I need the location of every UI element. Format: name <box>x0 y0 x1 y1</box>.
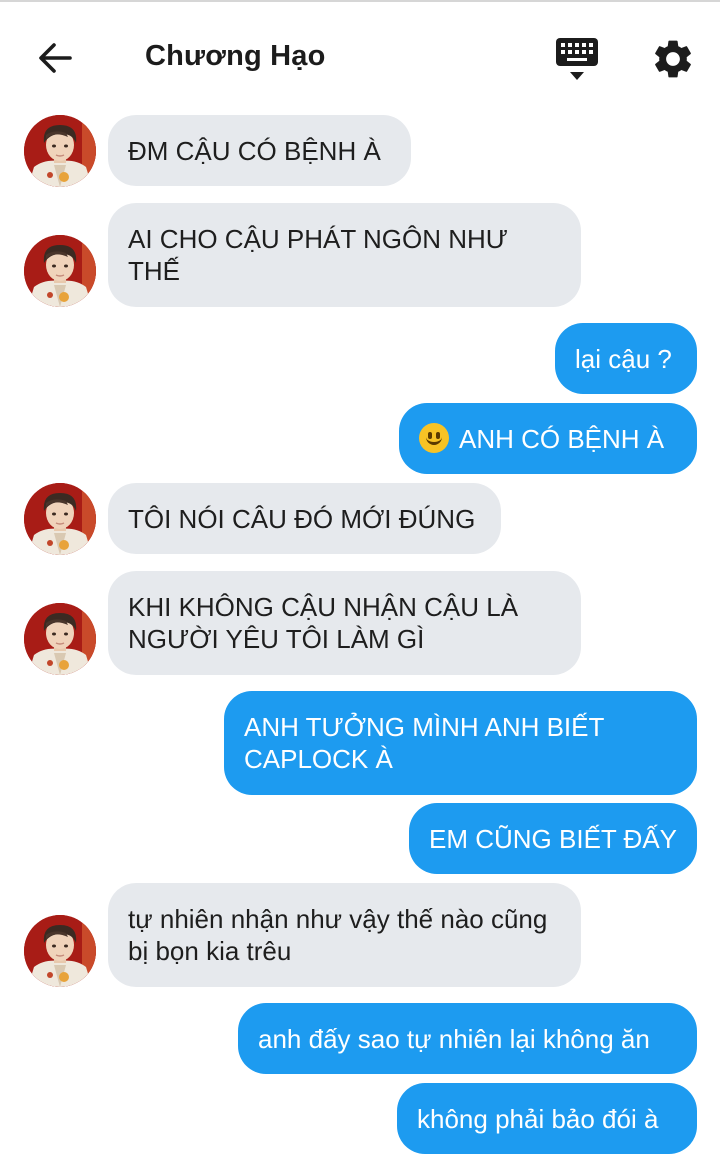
outgoing-message-bubble[interactable]: lại cậu ? <box>555 323 697 394</box>
message-text: tự nhiên nhận như vậy thế nào cũng bị bọ… <box>128 904 548 966</box>
contact-name: Chương Hạo <box>145 40 326 72</box>
message-text: AI CHO CẬU PHÁT NGÔN NHƯ THẾ <box>128 224 508 286</box>
incoming-message-bubble[interactable]: AI CHO CẬU PHÁT NGÔN NHƯ THẾ <box>108 203 581 307</box>
message-text: TÔI NÓI CÂU ĐÓ MỚI ĐÚNG <box>128 504 476 534</box>
message-text: ĐM CẬU CÓ BỆNH À <box>128 136 381 166</box>
contact-avatar[interactable] <box>24 483 96 555</box>
outgoing-message-bubble[interactable]: không phải bảo đói à <box>397 1083 697 1154</box>
outgoing-message-bubble[interactable]: ANH CÓ BỆNH À <box>399 403 697 474</box>
message-text: không phải bảo đói à <box>417 1104 659 1134</box>
message-text: anh đấy sao tự nhiên lại không ăn <box>258 1024 650 1054</box>
message-text: EM CŨNG BIẾT ĐẤY <box>429 824 678 854</box>
contact-avatar[interactable] <box>24 235 96 307</box>
outgoing-message-bubble[interactable]: ANH TƯỞNG MÌNH ANH BIẾT CAPLOCK À <box>224 691 697 795</box>
settings-gear-icon[interactable] <box>650 36 696 82</box>
back-arrow-icon[interactable] <box>32 36 80 80</box>
message-text: ANH TƯỞNG MÌNH ANH BIẾT CAPLOCK À <box>244 712 604 774</box>
contact-avatar[interactable] <box>24 115 96 187</box>
chat-header: Chương Hạo <box>0 2 720 106</box>
message-text: lại cậu ? <box>575 344 672 374</box>
incoming-message-bubble[interactable]: tự nhiên nhận như vậy thế nào cũng bị bọ… <box>108 883 581 987</box>
contact-avatar[interactable] <box>24 915 96 987</box>
contact-avatar[interactable] <box>24 603 96 675</box>
message-text: KHI KHÔNG CẬU NHẬN CẬU LÀ NGƯỜI YÊU TÔI … <box>128 592 519 654</box>
incoming-message-bubble[interactable]: TÔI NÓI CÂU ĐÓ MỚI ĐÚNG <box>108 483 501 554</box>
outgoing-message-bubble[interactable]: EM CŨNG BIẾT ĐẤY <box>409 803 697 874</box>
keyboard-icon[interactable] <box>552 36 602 84</box>
outgoing-message-bubble[interactable]: anh đấy sao tự nhiên lại không ăn <box>238 1003 697 1074</box>
message-text: ANH CÓ BỆNH À <box>459 424 665 454</box>
incoming-message-bubble[interactable]: ĐM CẬU CÓ BỆNH À <box>108 115 411 186</box>
incoming-message-bubble[interactable]: KHI KHÔNG CẬU NHẬN CẬU LÀ NGƯỜI YÊU TÔI … <box>108 571 581 675</box>
slightly-smiling-face-emoji <box>419 423 449 453</box>
